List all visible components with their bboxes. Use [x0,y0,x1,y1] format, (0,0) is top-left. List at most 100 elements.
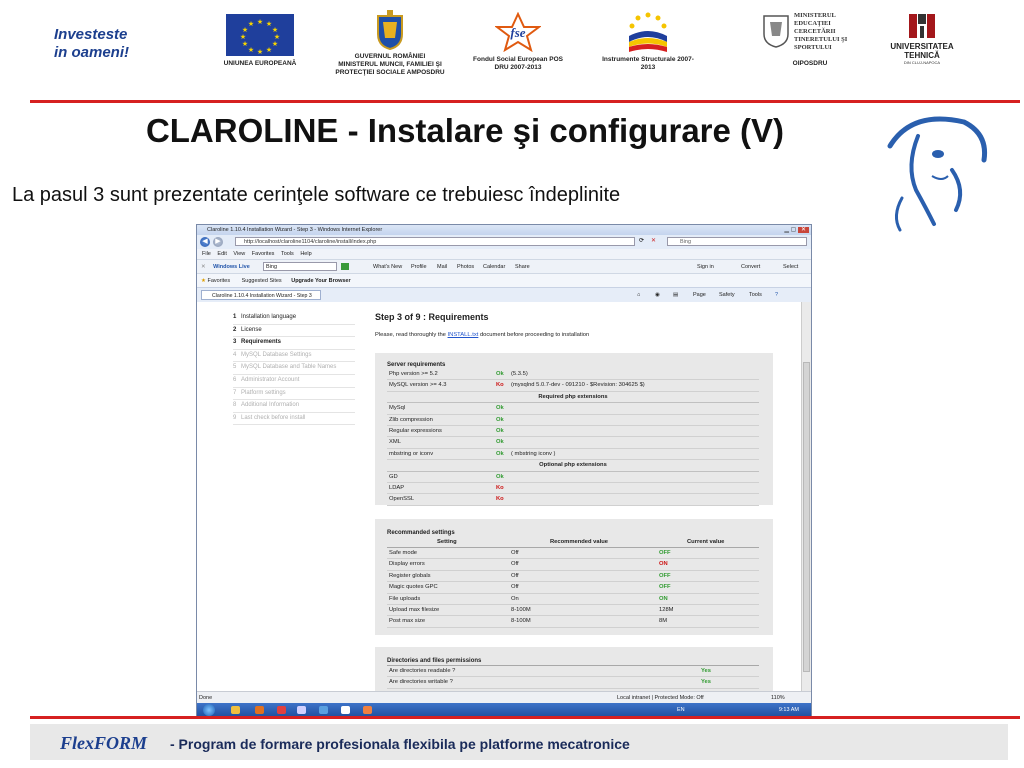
clock[interactable]: 9:13 AM [779,703,799,717]
slogan-line-1: Investeste [54,26,128,43]
back-icon[interactable]: ◀ [200,237,210,247]
wizard-step[interactable]: 3 Requirements [233,337,355,350]
requirement-status: Ok [496,450,504,457]
page-menu[interactable]: Page [693,288,706,302]
wizard-step[interactable]: 1 Installation language [233,312,355,325]
col-recommended: Recommended value [550,539,608,545]
requirement-status: Ko [496,382,504,389]
menu-edit[interactable]: Edit [217,251,226,257]
requirement-row: Zlib compression Ok [387,415,759,426]
requirement-row: MySQL version >= 4.3 Ko (mysqlnd 5.0.7-dev… [387,380,759,392]
taskbar-window-icon[interactable] [297,706,306,714]
requirement-status: Ok [496,473,504,480]
setting-current: OFF [659,572,671,579]
optional-extensions-head: Optional php extensions [387,460,759,472]
step-number: 8 [233,402,237,409]
svg-text:★: ★ [272,40,278,48]
step-number: 2 [233,326,237,333]
suggested-sites-link[interactable]: Suggested Sites [242,278,282,284]
menu-favorites[interactable]: Favorites [252,251,275,257]
wizard-step: 7 Platform settings [233,388,355,401]
requirement-status: Ko [496,484,504,491]
minimize-icon[interactable]: ▁ [784,227,789,233]
tab-bar: Claroline 1.10.4 Installation Wizard - S… [197,287,811,302]
status-text: Done [199,695,213,701]
address-text: http://localhost/claroline1104/claroline… [244,239,377,245]
wizard-step: 6 Administrator Account [233,375,355,388]
convert-button[interactable]: Convert [741,260,760,274]
upgrade-browser-link[interactable]: Upgrade Your Browser [291,278,350,284]
wl-search-icon[interactable] [341,263,349,270]
tab-claroline[interactable]: Claroline 1.10.4 Installation Wizard - S… [201,290,321,300]
home-icon[interactable]: ⌂ [637,288,640,302]
wl-link-whats-new[interactable]: What's New [373,260,402,274]
vertical-scrollbar[interactable] [801,302,811,691]
step-number: 5 [233,364,237,371]
step-number: 9 [233,414,237,421]
ministry-crest-icon [763,15,789,48]
wl-link-calendar[interactable]: Calendar [483,260,505,274]
wl-link-profile[interactable]: Profile [411,260,427,274]
svg-text:★: ★ [248,46,254,54]
scrollbar-thumb[interactable] [803,362,810,672]
address-input[interactable]: http://localhost/claroline1104/claroline… [235,237,635,246]
wl-link-mail[interactable]: Mail [437,260,447,274]
forward-icon[interactable]: ▶ [213,237,223,247]
taskbar-app-icon[interactable] [277,706,286,714]
taskbar-media-icon[interactable] [255,706,264,714]
footer-text: - Program de formare profesionala flexib… [170,736,630,752]
menu-tools[interactable]: Tools [281,251,294,257]
feeds-icon[interactable]: ◉ [655,288,660,302]
setting-name: Register globals [389,572,431,579]
start-button-icon[interactable] [203,704,215,716]
requirement-status: Ok [496,416,504,423]
eu-flag-icon: ★ ★★ ★★★ ★★★ ★★★ [226,14,294,56]
logo-instrumente-caption: Instrumente Structurale 2007-2013 [602,56,694,71]
setting-row: Upload max filesize 8-100M 128M [387,605,759,617]
setting-current: OFF [659,550,671,556]
close-icon[interactable]: ✕ [797,227,809,233]
refresh-icon[interactable]: ⟳ [639,237,644,244]
taskbar-ie-icon[interactable] [319,706,328,714]
taskbar-explorer-icon[interactable] [231,706,240,714]
install-txt-link[interactable]: INSTALL.txt [448,332,479,338]
help-icon[interactable]: ? [775,288,778,302]
language-indicator[interactable]: EN [677,703,685,717]
requirement-status: Ok [496,439,504,446]
requirement-name: Zlib compression [389,416,433,423]
search-input[interactable]: Bing [667,237,807,246]
maximize-icon[interactable]: ▢ [791,227,797,233]
setting-current: 128M [659,606,674,613]
setting-name: Safe mode [389,550,418,556]
toolbar-close-icon[interactable]: ✕ [201,264,206,270]
menu-view[interactable]: View [233,251,245,257]
requirement-row: LDAP Ko [387,483,759,495]
fse-text: fse [510,25,525,40]
taskbar-doc-icon[interactable] [341,706,350,714]
sign-in-link[interactable]: Sign in [697,260,714,274]
safety-menu[interactable]: Safety [719,288,735,302]
menu-help[interactable]: Help [300,251,311,257]
wizard-step: 8 Additional Information [233,400,355,413]
windows-live-label[interactable]: Windows Live [213,264,250,270]
taskbar-ppt-icon[interactable] [363,706,372,714]
menu-file[interactable]: File [202,251,211,257]
select-button[interactable]: Select [783,260,798,274]
step-label: Installation language [241,314,297,320]
step-label: Additional Information [241,402,300,409]
recommended-settings-title: Recommanded settings [387,530,455,536]
stop-icon[interactable]: ✕ [651,237,656,244]
print-icon[interactable]: ▤ [673,288,678,302]
wizard-step[interactable]: 2 License [233,325,355,338]
footer-brand: FlexFORM [60,733,148,753]
step-number: 3 [233,339,237,346]
setting-name: Magic quotes GPC [389,584,438,591]
setting-current: ON [659,561,668,568]
favorites-button[interactable]: Favorites [207,278,230,284]
wl-search-input[interactable]: Bing [263,262,337,271]
permission-row: Are directories writable ? Yes [387,677,759,689]
logo-gov-caption: GUVERNUL ROMÂNIEI MINISTERUL MUNCII, FAM… [335,53,445,76]
wl-link-photos[interactable]: Photos [457,260,474,274]
wl-link-share[interactable]: Share [515,260,530,274]
tools-menu[interactable]: Tools [749,288,762,302]
